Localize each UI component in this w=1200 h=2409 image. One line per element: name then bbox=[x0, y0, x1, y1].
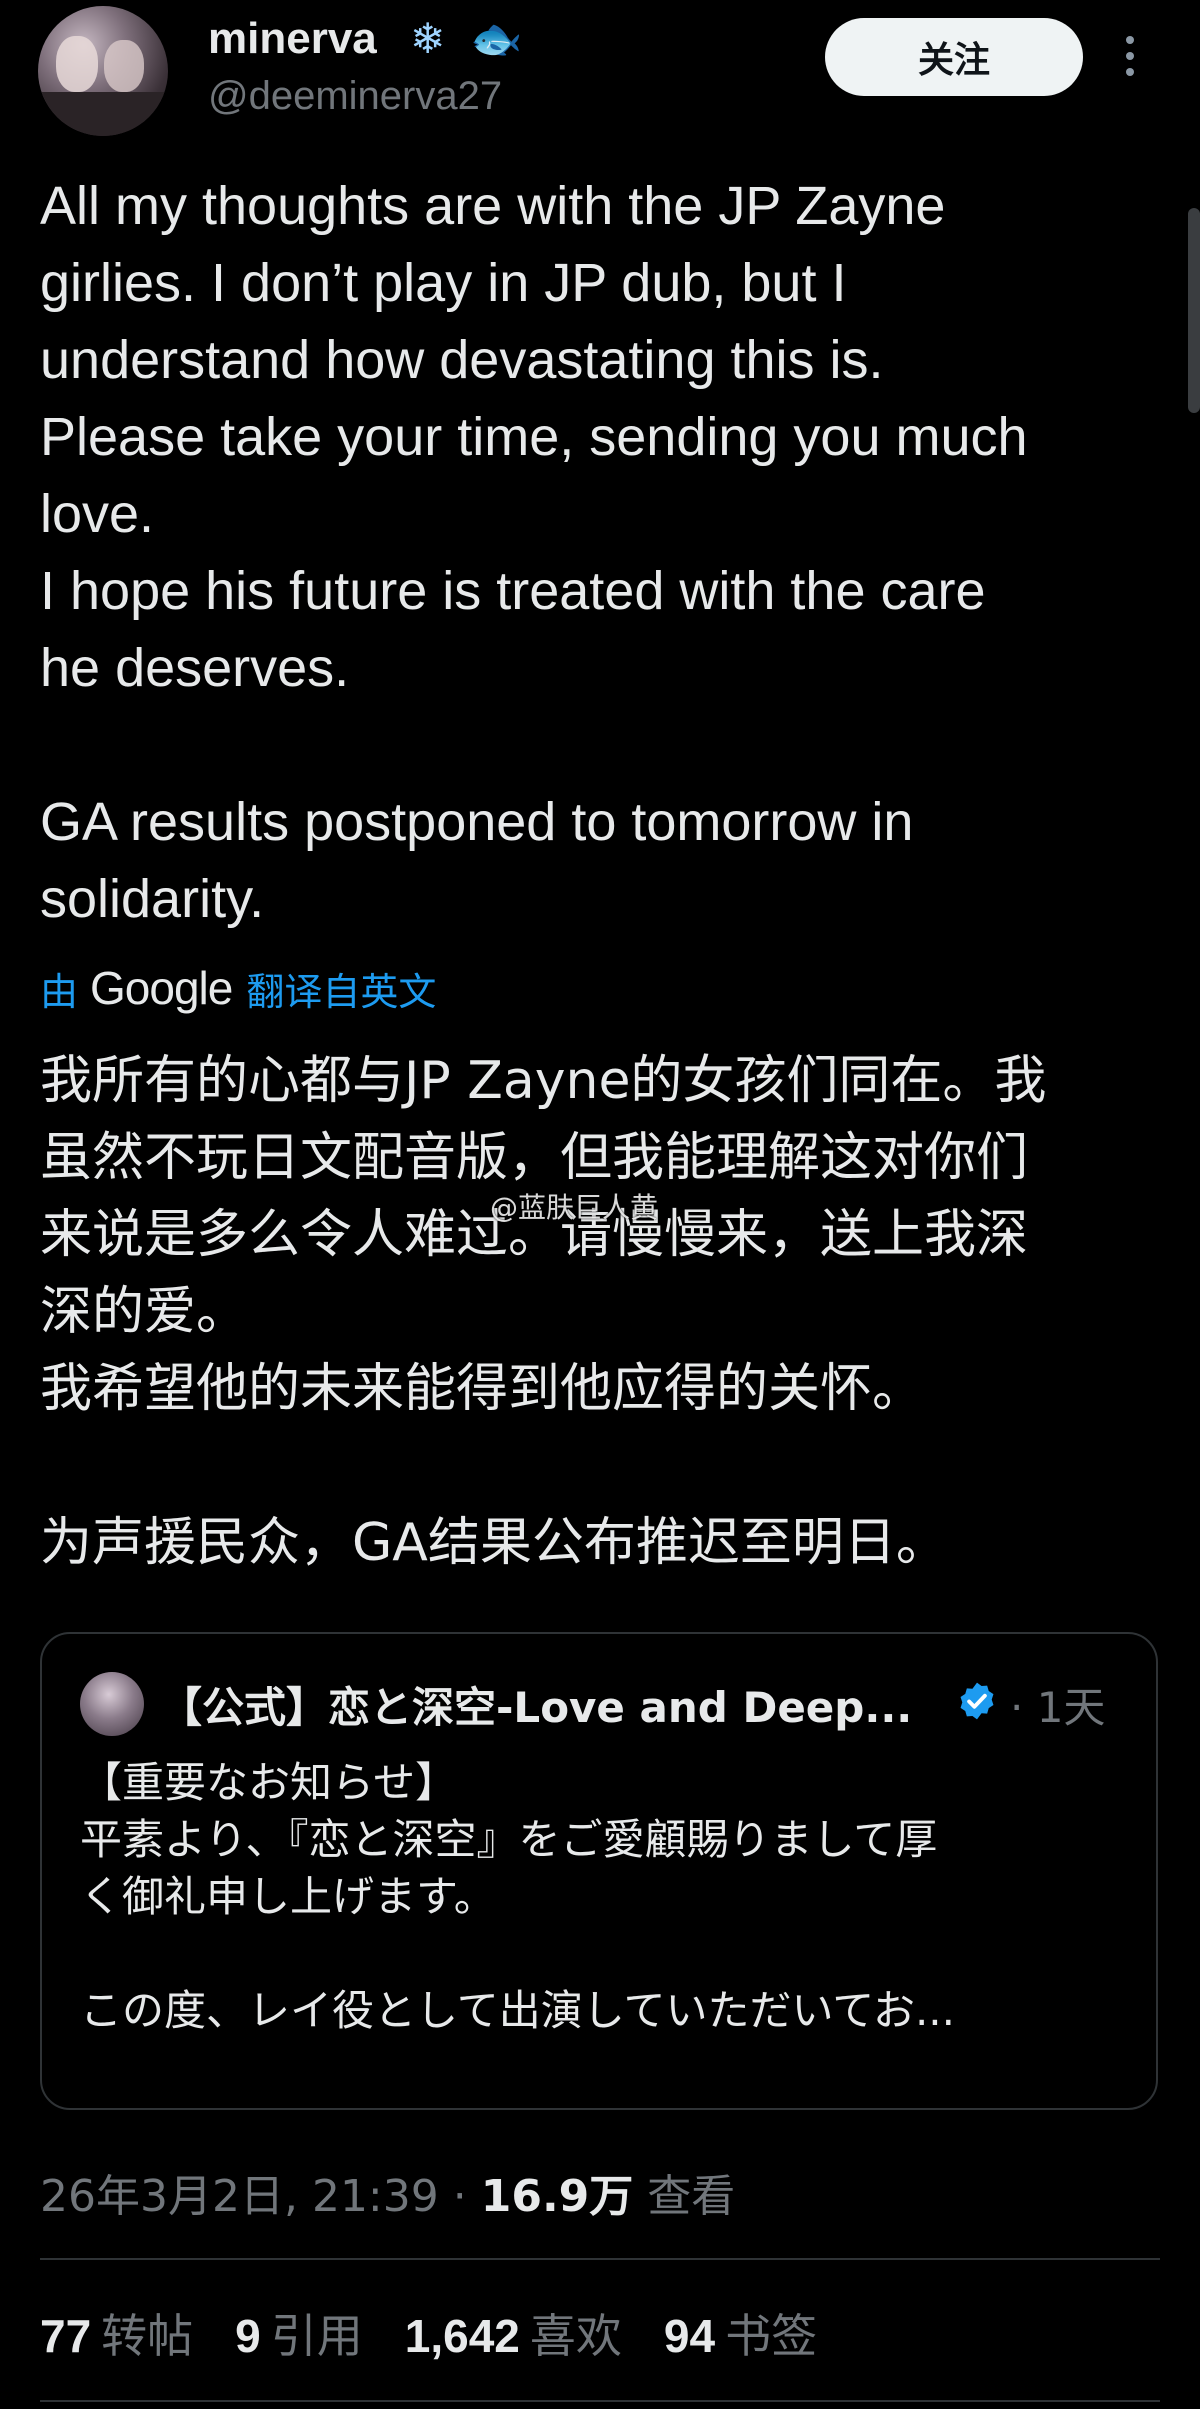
author-name[interactable]: minerva bbox=[208, 14, 377, 64]
engagement-stats: 77 转帖 9 引用 1,642 喜欢 94 书签 bbox=[40, 2300, 859, 2366]
bookmarks-label: 书签 bbox=[725, 2309, 818, 2363]
avatar-figure bbox=[38, 92, 168, 136]
translation-attribution[interactable]: 由 Google 翻译自英文 bbox=[40, 958, 436, 1018]
likes-label: 喜欢 bbox=[529, 2309, 622, 2363]
snowflake-icon: ❄ bbox=[410, 14, 446, 63]
quoted-timestamp: · 1天 bbox=[1010, 1683, 1106, 1732]
quotes-stat[interactable]: 9 引用 bbox=[235, 2300, 363, 2366]
google-logo: Google bbox=[90, 962, 233, 1014]
divider bbox=[40, 2400, 1160, 2402]
views-count: 16.9万 bbox=[480, 2171, 634, 2222]
bookmarks-count: 94 bbox=[663, 2310, 716, 2362]
bookmarks-stat[interactable]: 94 书签 bbox=[664, 2300, 817, 2366]
quotes-label: 引用 bbox=[270, 2309, 363, 2363]
quoted-author-name: 【公式】恋と深空-Love and Deep... bbox=[160, 1683, 913, 1732]
reposts-count: 77 bbox=[40, 2310, 92, 2362]
watermark: @蓝肤巨人黄 bbox=[490, 1191, 659, 1224]
scrollbar-thumb[interactable] bbox=[1188, 208, 1200, 413]
reposts-stat[interactable]: 77 转帖 bbox=[40, 2300, 193, 2366]
meta-separator: · bbox=[438, 2171, 481, 2222]
quoted-author-avatar bbox=[80, 1672, 144, 1736]
follow-button[interactable]: 关注 bbox=[825, 18, 1083, 96]
reposts-label: 转帖 bbox=[101, 2309, 194, 2363]
quoted-tweet-card[interactable]: 【公式】恋と深空-Love and Deep... · 1天 【重要なお知らせ】… bbox=[40, 1632, 1158, 2110]
tweet-header: minerva ❄ 🐟 @deeminerva27 关注 bbox=[0, 0, 1200, 140]
translation-suffix: 翻译自英文 bbox=[246, 969, 437, 1014]
views-label: 查看 bbox=[647, 2171, 736, 2222]
author-handle[interactable]: @deeminerva27 bbox=[208, 74, 502, 119]
author-avatar[interactable] bbox=[38, 6, 168, 136]
divider bbox=[40, 2258, 1160, 2260]
avatar-figure bbox=[104, 40, 144, 92]
translated-text: 我所有的心都与JP Zayne的女孩们同在。我 虽然不玩日文配音版，但我能理解这… bbox=[40, 1051, 1047, 1573]
avatar-figure bbox=[56, 36, 98, 92]
likes-count: 1,642 bbox=[404, 2310, 520, 2362]
tweet-text: All my thoughts are with the JP Zayne gi… bbox=[40, 176, 1028, 929]
quotes-count: 9 bbox=[235, 2310, 261, 2362]
tweet-meta: 26年3月2日, 21:39 · 16.9万 查看 bbox=[40, 2160, 735, 2224]
fish-icon: 🐟 bbox=[470, 14, 523, 63]
tweet-datetime[interactable]: 26年3月2日, 21:39 bbox=[40, 2171, 439, 2222]
likes-stat[interactable]: 1,642 喜欢 bbox=[405, 2300, 622, 2366]
quoted-text: 【重要なお知らせ】 平素より、『恋と深空』をご愛顧賜りまして厚 く御礼申し上げま… bbox=[80, 1758, 956, 2035]
more-options-icon[interactable] bbox=[1124, 36, 1136, 80]
verified-badge-icon bbox=[960, 1682, 994, 1720]
translation-prefix: 由 bbox=[40, 969, 79, 1014]
